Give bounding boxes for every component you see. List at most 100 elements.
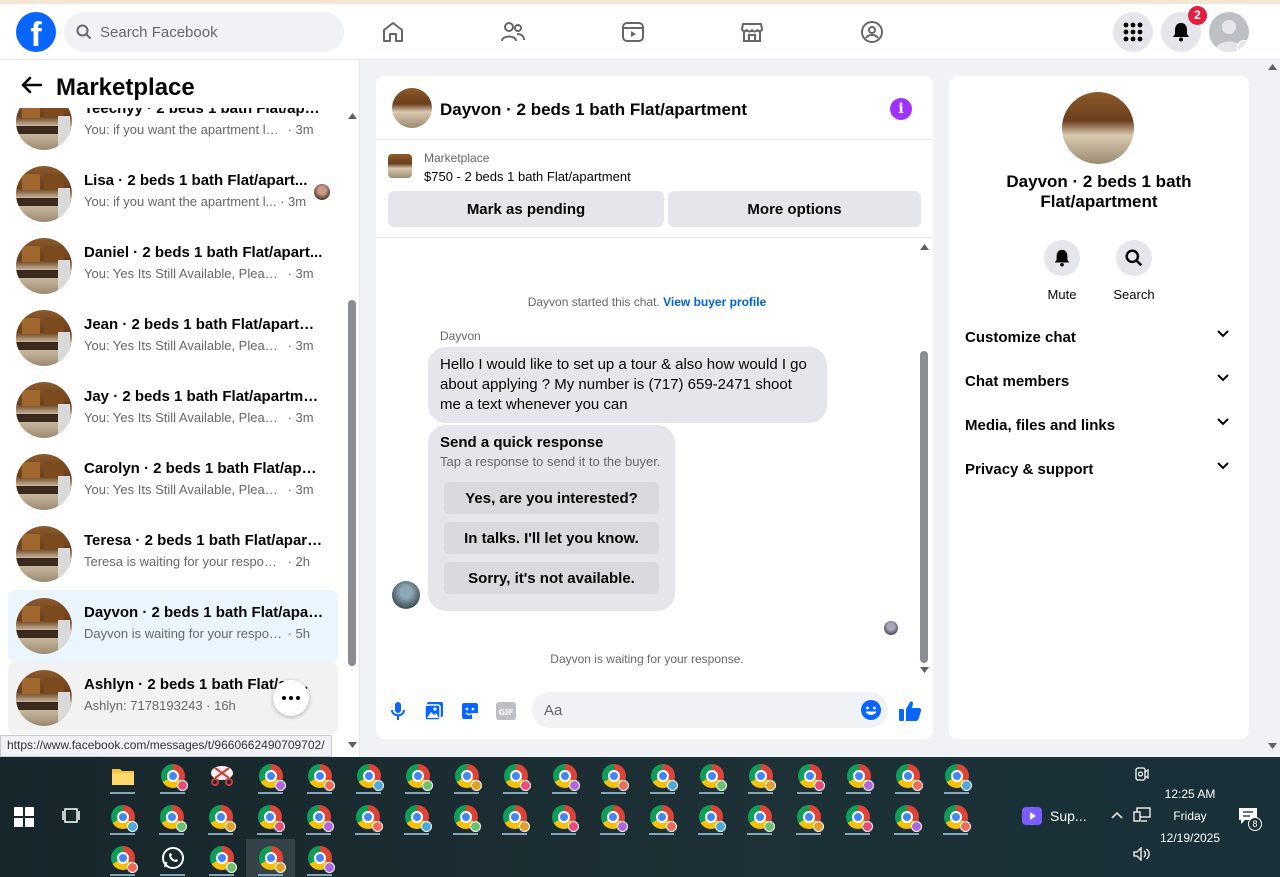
chrome-profile-app[interactable] <box>932 757 981 795</box>
attach-photo-button[interactable] <box>422 699 446 723</box>
scroll-down-icon[interactable] <box>920 667 929 673</box>
conversation-item[interactable]: Jay · 2 beds 1 bath Flat/apartment You: … <box>8 374 338 446</box>
chat-members-section[interactable]: Chat members <box>957 360 1241 404</box>
clock-date[interactable]: 12/19/2025 <box>1156 831 1224 845</box>
windows-start-icon[interactable] <box>14 807 34 827</box>
chrome-profile-app[interactable] <box>295 757 344 795</box>
supabase-app[interactable] <box>1022 807 1042 830</box>
chrome-profile-app[interactable] <box>294 798 343 836</box>
chrome-profile-app[interactable] <box>98 798 147 836</box>
chrome-profile-app[interactable] <box>687 757 736 795</box>
chrome-profile-app[interactable] <box>490 798 539 836</box>
chat-scrollbar[interactable] <box>917 239 931 679</box>
supabase-label[interactable]: Sup... <box>1050 808 1087 824</box>
privacy-support-section[interactable]: Privacy & support <box>957 448 1241 492</box>
message-input[interactable] <box>544 692 844 728</box>
nav-video[interactable] <box>603 12 663 52</box>
action-center-button[interactable]: 8 <box>1238 807 1262 831</box>
chrome-profile-app[interactable] <box>147 798 196 836</box>
chat-scroll-thumb[interactable] <box>920 351 928 663</box>
chrome-profile-app[interactable] <box>736 757 785 795</box>
chrome-profile-app[interactable] <box>784 798 833 836</box>
chrome-profile-app[interactable] <box>637 798 686 836</box>
chrome-profile-app[interactable] <box>442 757 491 795</box>
chrome-profile-app[interactable] <box>245 798 294 836</box>
whatsapp-app[interactable] <box>148 839 197 877</box>
chrome-profile-app[interactable] <box>588 798 637 836</box>
mute-action[interactable]: Mute <box>1032 240 1092 302</box>
listing-price[interactable]: $750 - 2 beds 1 bath Flat/apartment <box>424 169 631 184</box>
chrome-profile-app[interactable] <box>344 757 393 795</box>
chrome-profile-app[interactable] <box>931 798 980 836</box>
camera-icon[interactable] <box>1135 767 1149 781</box>
info-icon[interactable]: i <box>890 98 912 120</box>
chrome-profile-app[interactable] <box>589 757 638 795</box>
media-files-links-section[interactable]: Media, files and links <box>957 404 1241 448</box>
task-view-icon[interactable] <box>62 807 82 825</box>
back-arrow-icon[interactable] <box>20 76 42 94</box>
chat-title[interactable]: Dayvon · 2 beds 1 bath Flat/apartment <box>440 100 747 120</box>
chrome-profile-app[interactable] <box>834 757 883 795</box>
conversation-item[interactable]: Jean · 2 beds 1 bath Flat/apartm... You:… <box>8 302 338 374</box>
chrome-profile-app[interactable] <box>295 839 344 877</box>
quick-response-option[interactable]: Sorry, it's not available. <box>444 562 659 594</box>
conversation-item[interactable]: Teresa · 2 beds 1 bath Flat/apart... Ter… <box>8 518 338 590</box>
conversation-item[interactable]: Daniel · 2 beds 1 bath Flat/apart... You… <box>8 230 338 302</box>
quick-response-option[interactable]: In talks. I'll let you know. <box>444 522 659 554</box>
scroll-up-icon[interactable] <box>920 244 929 250</box>
customize-chat-section[interactable]: Customize chat <box>957 316 1241 360</box>
page-scrollbar[interactable] <box>1265 60 1280 757</box>
facebook-logo[interactable]: f <box>16 12 56 52</box>
sidebar-scrollbar[interactable] <box>345 108 359 757</box>
menu-button[interactable] <box>1113 12 1153 52</box>
chrome-profile-app[interactable] <box>883 757 932 795</box>
chrome-profile-app[interactable] <box>491 757 540 795</box>
chrome-profile-app[interactable] <box>539 798 588 836</box>
nav-home[interactable] <box>363 12 423 52</box>
volume-icon[interactable] <box>1133 847 1151 861</box>
conversation-item-selected[interactable]: Dayvon · 2 beds 1 bath Flat/apar... Dayv… <box>8 590 338 662</box>
sidebar-scroll-thumb[interactable] <box>348 300 356 666</box>
quick-response-option[interactable]: Yes, are you interested? <box>444 482 659 514</box>
more-options-button[interactable] <box>273 680 309 716</box>
nav-gaming[interactable] <box>842 12 902 52</box>
chrome-profile-app[interactable] <box>392 798 441 836</box>
details-title[interactable]: Dayvon · 2 beds 1 bath Flat/apartment <box>969 172 1229 212</box>
chrome-profile-app[interactable] <box>197 839 246 877</box>
account-avatar[interactable] <box>1209 12 1249 52</box>
notifications-button[interactable]: 2 <box>1161 6 1207 52</box>
chrome-profile-app[interactable] <box>686 798 735 836</box>
search-box[interactable] <box>64 12 344 52</box>
message-input-wrapper[interactable] <box>532 692 888 728</box>
chrome-profile-app[interactable] <box>343 798 392 836</box>
mark-as-pending-button[interactable]: Mark as pending <box>388 191 664 227</box>
chrome-profile-app[interactable] <box>882 798 931 836</box>
details-listing-thumbnail[interactable] <box>1062 92 1134 164</box>
chrome-profile-app[interactable] <box>246 839 295 877</box>
chrome-profile-app[interactable] <box>98 839 147 877</box>
chrome-profile-app[interactable] <box>785 757 834 795</box>
nav-friends[interactable] <box>483 12 543 52</box>
chrome-profile-app[interactable] <box>441 798 490 836</box>
gif-button[interactable]: GIF <box>494 699 518 723</box>
conversation-item[interactable]: Carolyn · 2 beds 1 bath Flat/apar... You… <box>8 446 338 518</box>
chrome-profile-app[interactable] <box>735 798 784 836</box>
network-icon[interactable] <box>1133 807 1151 823</box>
chrome-profile-app[interactable] <box>393 757 442 795</box>
like-button[interactable] <box>898 699 922 723</box>
view-buyer-profile-link[interactable]: View buyer profile <box>663 295 766 309</box>
file-explorer-app[interactable] <box>98 757 147 795</box>
sender-avatar[interactable] <box>392 581 420 609</box>
chrome-profile-app[interactable] <box>540 757 589 795</box>
scroll-down-icon[interactable] <box>348 742 357 748</box>
search-input[interactable] <box>100 12 330 52</box>
snipping-tool-app[interactable] <box>197 757 246 795</box>
chrome-profile-app[interactable] <box>246 757 295 795</box>
chevron-up-icon[interactable] <box>1111 811 1123 819</box>
emoji-icon[interactable] <box>860 699 882 721</box>
chrome-profile-app[interactable] <box>833 798 882 836</box>
search-action[interactable]: Search <box>1104 240 1164 302</box>
clock-day[interactable]: Friday <box>1160 809 1220 823</box>
sticker-button[interactable] <box>458 699 482 723</box>
conversation-item[interactable]: Lisa · 2 beds 1 bath Flat/apart... You: … <box>8 158 338 230</box>
